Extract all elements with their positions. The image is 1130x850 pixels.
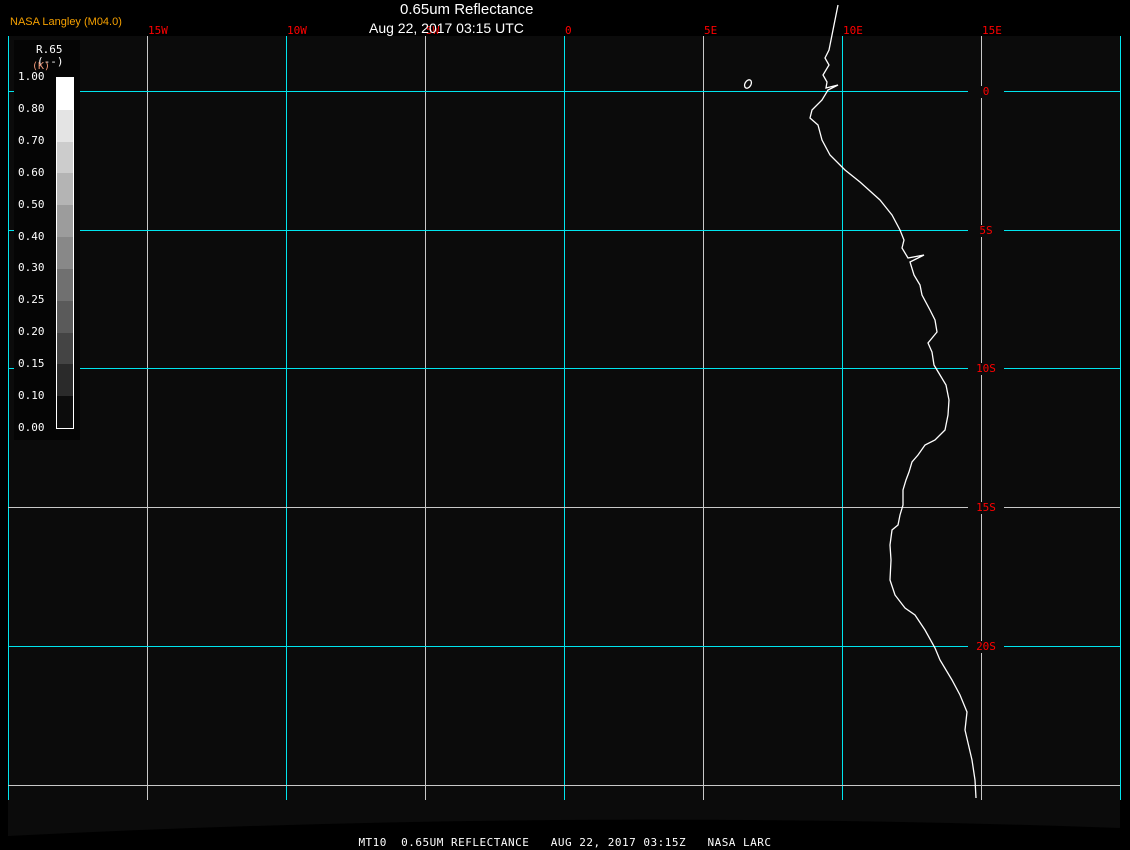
legend-swatch [57, 78, 73, 110]
legend-tick: 0.25 [18, 293, 45, 307]
legend-tick: 0.15 [18, 357, 45, 371]
legend-swatch [57, 300, 73, 333]
brand-label: NASA Langley (M04.0) [10, 16, 122, 28]
map-timestamp: Aug 22, 2017 03:15 UTC [369, 20, 524, 36]
graticule-label: 15E [982, 24, 1002, 37]
legend-tick: 0.50 [18, 197, 45, 211]
legend-swatch [57, 396, 73, 428]
legend-swatch [57, 268, 73, 301]
legend-tick: 0.10 [18, 389, 45, 402]
map-title: 0.65um Reflectance [400, 1, 534, 18]
graticule-label: 5E [704, 24, 717, 37]
legend-tick: 0.00 [18, 420, 45, 434]
graticule-label: 10E [843, 24, 863, 37]
legend-swatch [57, 332, 73, 365]
graticule-label: 5S [979, 224, 992, 237]
legend-tick: 0.60 [18, 165, 45, 179]
legend-tick: 0.40 [18, 229, 45, 243]
graticule-label: 10W [287, 24, 307, 37]
legend-tick: 0.20 [18, 325, 45, 339]
legend-swatch [57, 364, 73, 397]
legend-swatch [57, 173, 73, 206]
legend-swatch [57, 237, 73, 269]
footer-caption: MT10 0.65UM REFLECTANCE AUG 22, 2017 03:… [358, 836, 772, 849]
graticule-label: 15W [148, 24, 168, 37]
graticule-label: 15S [976, 501, 996, 514]
satellite-map: 15W 10W 5W 0 5E 10E 15E05S10S15S20S [8, 4, 1121, 836]
legend-tick: 0.70 [18, 133, 45, 147]
graticule-label: 20S [976, 640, 996, 653]
legend-swatch [57, 205, 73, 238]
legend-colorbar [56, 77, 74, 429]
legend-tick: 0.80 [18, 101, 45, 115]
legend-swatch [57, 141, 73, 174]
graticule-label: 10S [976, 362, 996, 375]
graticule-label: 0 [983, 85, 990, 98]
legend-tick: 0.30 [18, 261, 45, 275]
graticule-label: 0 [565, 24, 572, 37]
legend-swatch [57, 109, 73, 142]
legend-tick: 1.00 [18, 70, 45, 83]
